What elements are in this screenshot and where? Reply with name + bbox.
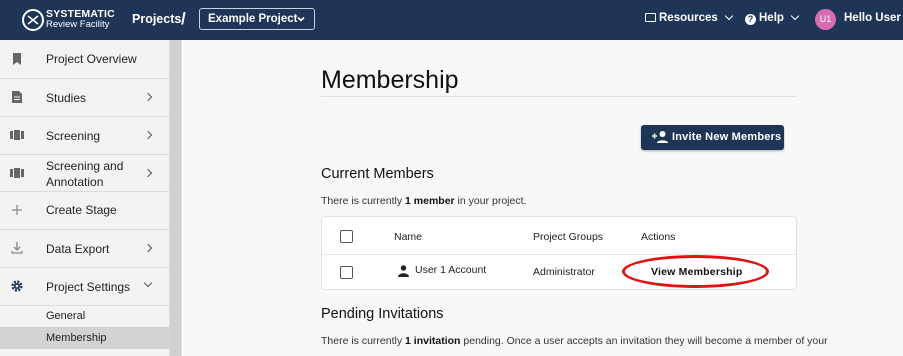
- column-header-actions: Actions: [641, 231, 676, 243]
- sidebar-item-screening[interactable]: Screening: [0, 117, 170, 154]
- user-greeting[interactable]: Hello User 1: [844, 12, 903, 24]
- row-divider: [322, 254, 796, 255]
- pending-summary-pre: There is currently: [321, 335, 406, 347]
- row-checkbox[interactable]: [340, 266, 353, 279]
- sidebar-item-label: Project Overview: [46, 52, 137, 66]
- document-icon: [12, 91, 22, 103]
- sidebar-item-data-export[interactable]: Data Export: [0, 230, 170, 267]
- nav-projects-link[interactable]: Projects: [132, 12, 181, 26]
- column-header-name[interactable]: Name: [394, 231, 422, 243]
- sidebar-item-studies[interactable]: Studies: [0, 79, 170, 116]
- sidebar-subitem-label: Membership: [46, 332, 107, 344]
- sidebar-item-label-line2: Annotation: [46, 175, 104, 189]
- sidebar-item-project-overview[interactable]: Project Overview: [0, 40, 170, 78]
- members-summary-post: in your project.: [454, 195, 527, 207]
- breadcrumb-separator: /: [181, 9, 186, 28]
- help-label: Help: [759, 12, 784, 24]
- sidebar-item-label-line1: Screening and: [46, 159, 124, 173]
- chevron-down-icon: [143, 278, 153, 288]
- members-summary-pre: There is currently: [321, 195, 406, 207]
- member-name: User 1 Account: [415, 264, 487, 276]
- chevron-down-icon: [790, 11, 800, 21]
- logo-text[interactable]: SYSTEMATIC Review Facility: [46, 9, 115, 30]
- chevron-right-icon: [143, 243, 153, 253]
- sidebar-subitem-label: General: [46, 310, 86, 322]
- members-count: 1 member: [405, 195, 455, 207]
- title-divider: [321, 96, 797, 97]
- pending-invitations-heading: Pending Invitations: [321, 306, 444, 322]
- select-all-checkbox[interactable]: [340, 230, 353, 243]
- gear-icon: [11, 280, 23, 292]
- sidebar-item-label: Studies: [46, 91, 87, 105]
- add-person-icon: [652, 131, 668, 143]
- logo-line2: Review Facility: [46, 19, 110, 30]
- screening-icon: [10, 130, 24, 140]
- plus-icon: [12, 205, 22, 215]
- chevron-right-icon: [143, 168, 153, 178]
- highlight-annotation: [622, 255, 769, 288]
- chevron-down-icon: [724, 11, 734, 21]
- sidebar-item-project-settings[interactable]: Project Settings: [0, 268, 170, 305]
- sidebar: Project Overview Studies Screening Scree…: [0, 40, 170, 356]
- invite-members-button[interactable]: Invite New Members: [641, 125, 784, 150]
- chevron-right-icon: [143, 130, 153, 140]
- column-header-project-groups[interactable]: Project Groups: [533, 231, 603, 243]
- sidebar-item-label: Data Export: [46, 242, 110, 256]
- page-title: Membership: [321, 66, 459, 94]
- download-icon: [11, 242, 23, 254]
- sidebar-item-create-stage[interactable]: Create Stage: [0, 192, 170, 229]
- sidebar-item-label: Screening: [46, 129, 101, 143]
- sidebar-item-label: Project Settings: [46, 280, 131, 294]
- sidebar-subitem-membership[interactable]: Membership: [0, 327, 170, 349]
- bookmark-icon: [13, 53, 21, 65]
- current-members-heading: Current Members: [321, 166, 434, 182]
- help-menu[interactable]: ? Help: [745, 11, 800, 25]
- resources-menu[interactable]: Resources: [645, 11, 734, 24]
- sidebar-item-label: Create Stage: [46, 203, 117, 217]
- member-group: Administrator: [533, 266, 595, 278]
- invite-button-label: Invite New Members: [672, 131, 782, 143]
- sidebar-scrollbar[interactable]: [170, 40, 182, 356]
- help-icon: ?: [745, 14, 756, 25]
- chevron-right-icon: [143, 92, 153, 102]
- folder-icon: [645, 13, 656, 22]
- person-icon: [398, 265, 409, 277]
- main-content: [183, 40, 903, 356]
- project-selector[interactable]: Example Project: [199, 8, 315, 30]
- members-summary: There is currently 1 member in your proj…: [321, 195, 526, 207]
- avatar[interactable]: U1: [815, 9, 836, 30]
- logo-line1: SYSTEMATIC: [46, 8, 115, 20]
- sidebar-subitem-general[interactable]: General: [0, 305, 170, 327]
- logo-icon: [22, 9, 44, 31]
- resources-label: Resources: [659, 12, 718, 24]
- project-selector-label: Example Project: [208, 13, 298, 25]
- screening-icon: [10, 168, 24, 178]
- top-navigation-bar: SYSTEMATIC Review Facility Projects / Ex…: [0, 0, 903, 40]
- chevron-down-icon: [297, 16, 305, 22]
- pending-summary-post: pending. Once a user accepts an invitati…: [460, 335, 828, 347]
- pending-count: 1 invitation: [405, 335, 461, 347]
- pending-summary: There is currently 1 invitation pending.…: [321, 335, 828, 347]
